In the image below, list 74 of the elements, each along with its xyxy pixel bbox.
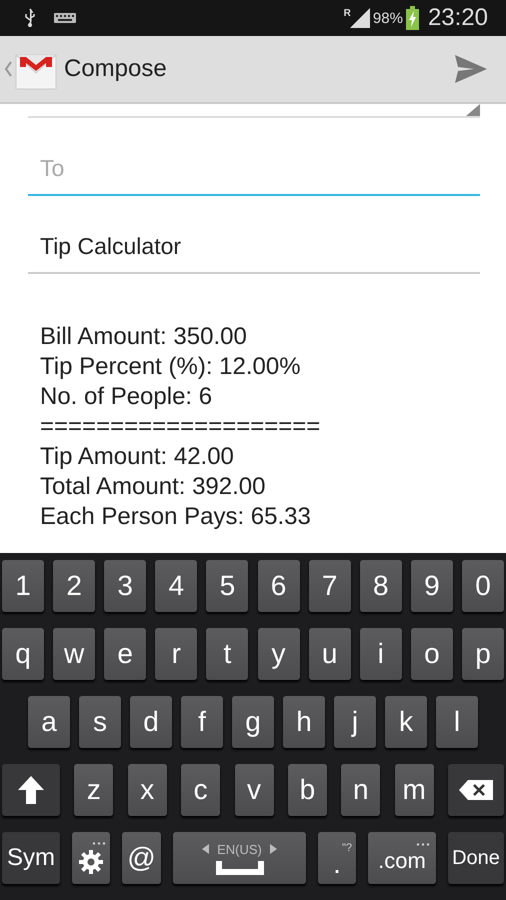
arrow-right-icon bbox=[270, 844, 277, 854]
shift-key[interactable] bbox=[2, 764, 60, 816]
space-bar-icon bbox=[216, 860, 264, 874]
more-dots-icon bbox=[416, 842, 430, 846]
message-line: No. of People: 6 bbox=[40, 382, 214, 412]
keyboard-key[interactable]: w bbox=[53, 628, 96, 680]
com-key[interactable]: .com bbox=[368, 832, 436, 884]
keyboard-key[interactable]: j bbox=[334, 696, 376, 748]
message-line: Total Amount: 392.00 bbox=[40, 472, 266, 502]
keyboard-key[interactable]: m bbox=[394, 764, 434, 816]
keyboard-key[interactable]: k bbox=[385, 696, 427, 748]
message-body[interactable]: Bill Amount: 350.00 Tip Percent (%): 12.00% No. of People: 6 ==================== Tip Amount: 42.00 Total Amount: 392.00 Each Person Pays: 65.33 bbox=[28, 274, 480, 532]
keyboard-key[interactable]: 4 bbox=[155, 560, 198, 612]
keyboard-key[interactable]: 0 bbox=[462, 560, 504, 612]
clock: 23:20 bbox=[428, 4, 488, 32]
subject-field[interactable]: Tip Calculator bbox=[28, 220, 480, 274]
gear-icon bbox=[78, 848, 104, 874]
keyboard-key[interactable]: s bbox=[79, 696, 121, 748]
period-key[interactable]: "? . bbox=[318, 832, 356, 884]
battery-percent: 98% bbox=[372, 10, 403, 26]
message-line: Each Person Pays: 65.33 bbox=[40, 502, 312, 532]
message-line: ==================== bbox=[40, 412, 322, 442]
done-key[interactable]: Done bbox=[448, 832, 504, 884]
send-icon[interactable] bbox=[454, 54, 488, 84]
at-key[interactable]: @ bbox=[122, 832, 161, 884]
keyboard-key[interactable]: q bbox=[2, 628, 44, 680]
keyboard-key[interactable]: n bbox=[341, 764, 380, 816]
signal-icon bbox=[350, 8, 370, 28]
keyboard-key[interactable]: u bbox=[308, 628, 351, 680]
symbols-key[interactable]: Sym bbox=[2, 832, 60, 884]
space-key[interactable]: EN(US) bbox=[173, 832, 306, 884]
shift-icon bbox=[17, 775, 45, 805]
keyboard-key[interactable]: 5 bbox=[206, 560, 248, 612]
keyboard-key[interactable]: g bbox=[232, 696, 274, 748]
keyboard-key[interactable]: 3 bbox=[104, 560, 146, 612]
backspace-key[interactable] bbox=[448, 764, 504, 816]
settings-key[interactable] bbox=[72, 832, 110, 884]
keyboard-key[interactable]: x bbox=[128, 764, 167, 816]
keyboard-key[interactable]: l bbox=[436, 696, 478, 748]
arrow-left-icon bbox=[202, 844, 210, 854]
keyboard-key[interactable]: 6 bbox=[258, 560, 300, 612]
backspace-icon bbox=[459, 780, 493, 800]
usb-icon bbox=[24, 8, 36, 28]
keyboard-key[interactable]: o bbox=[410, 628, 453, 680]
battery-icon bbox=[406, 6, 419, 30]
corner-icon bbox=[466, 104, 480, 116]
keyboard-key[interactable]: b bbox=[288, 764, 327, 816]
keyboard-key[interactable]: a bbox=[28, 696, 70, 748]
keyboard-key[interactable]: 7 bbox=[308, 560, 351, 612]
to-field[interactable]: To bbox=[28, 142, 480, 196]
keyboard-key[interactable]: d bbox=[130, 696, 172, 748]
keyboard-key[interactable]: 8 bbox=[360, 560, 402, 612]
keyboard-icon bbox=[54, 13, 76, 23]
message-line: Tip Amount: 42.00 bbox=[40, 442, 235, 472]
keyboard-key[interactable]: 9 bbox=[410, 560, 453, 612]
keyboard-key[interactable]: r bbox=[155, 628, 198, 680]
keyboard-key[interactable]: p bbox=[462, 628, 504, 680]
roaming-indicator: R bbox=[344, 8, 351, 19]
keyboard-key[interactable]: 2 bbox=[53, 560, 96, 612]
keyboard-key[interactable]: 1 bbox=[2, 560, 44, 612]
chevron-left-icon bbox=[4, 61, 12, 77]
message-line: Bill Amount: 350.00 bbox=[40, 322, 248, 352]
keyboard-key[interactable]: y bbox=[258, 628, 300, 680]
keyboard-key[interactable]: h bbox=[283, 696, 325, 748]
screen-title: Compose bbox=[64, 55, 168, 83]
keyboard-key[interactable]: z bbox=[74, 764, 114, 816]
message-line: Tip Percent (%): 12.00% bbox=[40, 352, 302, 382]
keyboard-key[interactable]: c bbox=[181, 764, 220, 816]
keyboard-key[interactable]: e bbox=[104, 628, 146, 680]
more-dots-icon bbox=[92, 842, 106, 844]
keyboard-key[interactable]: i bbox=[360, 628, 402, 680]
keyboard-key[interactable]: v bbox=[234, 764, 274, 816]
keyboard-key[interactable]: t bbox=[206, 628, 248, 680]
keyboard-key[interactable]: f bbox=[181, 696, 223, 748]
